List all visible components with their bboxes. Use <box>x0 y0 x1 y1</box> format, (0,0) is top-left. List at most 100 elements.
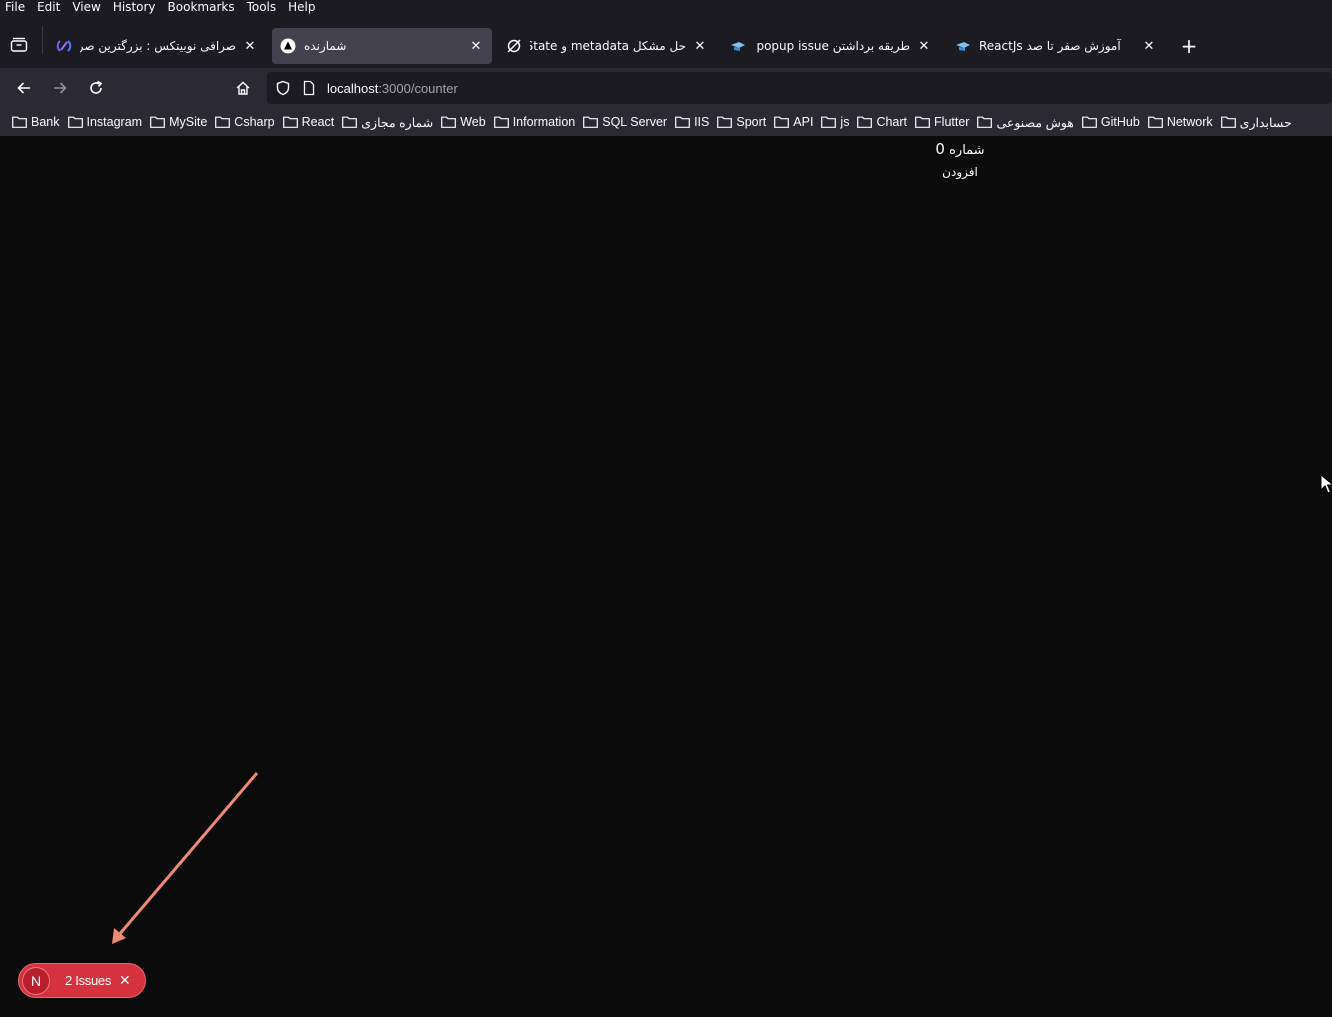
folder-icon <box>441 116 457 128</box>
folder-icon <box>67 116 83 128</box>
mouse-pointer-icon <box>1320 474 1332 494</box>
folder-icon <box>12 116 27 128</box>
folder-icon <box>1082 116 1097 128</box>
tab-popup-issue[interactable]: طریقه برداشتن popup issue در ✕ <box>722 28 940 64</box>
forward-icon[interactable] <box>48 76 72 100</box>
bookmark-folder[interactable]: شماره مجازی <box>342 115 433 130</box>
close-tab-icon[interactable]: ✕ <box>1141 38 1157 54</box>
close-tab-icon[interactable]: ✕ <box>468 38 484 54</box>
counter-label: شماره <box>949 143 985 158</box>
bookmark-folder[interactable]: GitHub <box>1082 115 1140 129</box>
folder-icon <box>857 116 873 128</box>
folder-icon <box>215 116 231 128</box>
bookmark-label: Network <box>1166 115 1213 129</box>
bookmark-label: Web <box>460 115 486 129</box>
tab-title: صرافی نوبیتکس : بزرگترین صرافی <box>80 39 236 53</box>
folder-icon <box>1220 116 1236 128</box>
reload-icon[interactable] <box>84 76 108 100</box>
folder-icon <box>915 116 930 128</box>
folder-icon <box>583 116 599 128</box>
menu-view[interactable]: View <box>66 0 106 14</box>
tracking-protection-shield-icon[interactable] <box>275 80 291 96</box>
bookmark-folder[interactable]: SQL Server <box>583 115 667 129</box>
bookmark-folder[interactable]: Csharp <box>215 115 275 129</box>
issues-badge[interactable]: N 2 Issues ✕ <box>18 963 146 998</box>
folder-icon <box>342 116 358 128</box>
menu-file[interactable]: File <box>0 0 31 14</box>
menu-edit[interactable]: Edit <box>31 0 66 14</box>
folder-icon <box>821 116 837 128</box>
menu-bookmarks[interactable]: Bookmarks <box>162 0 241 14</box>
bookmark-label: GitHub <box>1100 115 1140 129</box>
bookmark-folder[interactable]: API <box>774 115 813 129</box>
bookmark-label: SQL Server <box>602 115 668 129</box>
bookmark-folder[interactable]: Bank <box>12 115 60 129</box>
url-bar[interactable]: localhost:3000/counter <box>267 72 1332 104</box>
bookmark-folder[interactable]: Chart <box>857 115 907 129</box>
folder-icon <box>774 116 790 128</box>
tab-separator <box>42 26 43 54</box>
page-info-icon[interactable] <box>301 80 317 96</box>
bookmark-folder[interactable]: MySite <box>150 115 207 129</box>
bookmark-label: API <box>793 115 814 129</box>
bookmark-folder[interactable]: حسابداری <box>1220 115 1292 130</box>
nextjs-icon <box>280 38 296 54</box>
graduation-cap-icon <box>730 38 746 54</box>
bookmark-folder[interactable]: IIS <box>675 115 709 129</box>
add-button[interactable]: افزودن <box>900 165 1020 179</box>
menu-help[interactable]: Help <box>282 0 321 14</box>
folder-icon <box>493 116 509 128</box>
bookmark-label: Chart <box>876 115 908 129</box>
bookmark-folder[interactable]: Network <box>1147 115 1213 129</box>
folder-icon <box>282 116 298 128</box>
counter-value: 0 <box>935 140 945 158</box>
counter-display: شماره 0 <box>900 140 1020 158</box>
bookmark-label: Csharp <box>234 115 275 129</box>
home-icon[interactable] <box>231 76 255 100</box>
folder-icon <box>675 116 690 128</box>
tab-title: حل مشکل metadata و useState <box>530 39 686 53</box>
folder-icon <box>717 116 733 128</box>
back-icon[interactable] <box>12 76 36 100</box>
bookmark-folder[interactable]: js <box>821 115 849 129</box>
close-tab-icon[interactable]: ✕ <box>692 38 708 54</box>
bookmark-folder[interactable]: Flutter <box>915 115 969 129</box>
folder-icon <box>150 116 165 128</box>
bookmark-label: حسابداری <box>1239 115 1292 130</box>
close-tab-icon[interactable]: ✕ <box>916 38 932 54</box>
bookmark-folder[interactable]: Sport <box>717 115 766 129</box>
tab-title: طریقه برداشتن popup issue در <box>754 39 910 53</box>
tab-nobitex[interactable]: صرافی نوبیتکس : بزرگترین صرافی ✕ <box>48 28 266 64</box>
dismiss-issues-icon[interactable]: ✕ <box>119 973 131 989</box>
menu-tools[interactable]: Tools <box>241 0 283 14</box>
nobitex-icon <box>56 38 72 54</box>
bookmarks-toolbar: Bank Instagram MySite Csharp React شماره مجاز… <box>0 108 1332 136</box>
new-tab-icon[interactable]: + <box>1178 34 1200 58</box>
url-host: localhost <box>327 80 379 96</box>
bookmark-folder[interactable]: React <box>282 115 335 129</box>
close-tab-icon[interactable]: ✕ <box>242 38 258 54</box>
bookmark-folder[interactable]: Web <box>441 115 486 129</box>
bookmark-folder[interactable]: هوش مصنوعی <box>977 115 1074 130</box>
issues-count-label[interactable]: 2 Issues <box>65 973 111 988</box>
annotation-arrow <box>112 772 259 944</box>
bookmark-label: React <box>301 115 335 129</box>
folder-icon <box>1147 116 1163 128</box>
url-text[interactable]: localhost:3000/counter <box>327 81 458 96</box>
list-all-tabs-icon[interactable] <box>8 34 30 56</box>
menu-bar: File Edit View History Bookmarks Tools H… <box>0 0 1332 14</box>
tab-metadata[interactable]: حل مشکل metadata و useState ✕ <box>498 28 716 64</box>
tab-strip: صرافی نوبیتکس : بزرگترین صرافی ✕ شمارنده… <box>0 14 1332 68</box>
bookmark-label: IIS <box>694 115 710 129</box>
bookmark-folder[interactable]: Instagram <box>67 115 142 129</box>
tab-reactjs[interactable]: آموزش صفر تا صد ReactJs ✕ <box>947 28 1165 64</box>
tab-counter[interactable]: شمارنده ✕ <box>272 28 492 64</box>
navigation-toolbar: localhost:3000/counter <box>0 68 1332 108</box>
nextjs-logo-icon: N <box>22 966 50 995</box>
bookmark-label: Bank <box>31 115 60 129</box>
menu-history[interactable]: History <box>107 0 162 14</box>
bookmark-label: Sport <box>736 115 767 129</box>
bookmark-label: MySite <box>169 115 208 129</box>
page-content: شماره 0 افزودن N 2 Issues ✕ <box>0 136 1332 1017</box>
bookmark-folder[interactable]: Information <box>493 115 575 129</box>
